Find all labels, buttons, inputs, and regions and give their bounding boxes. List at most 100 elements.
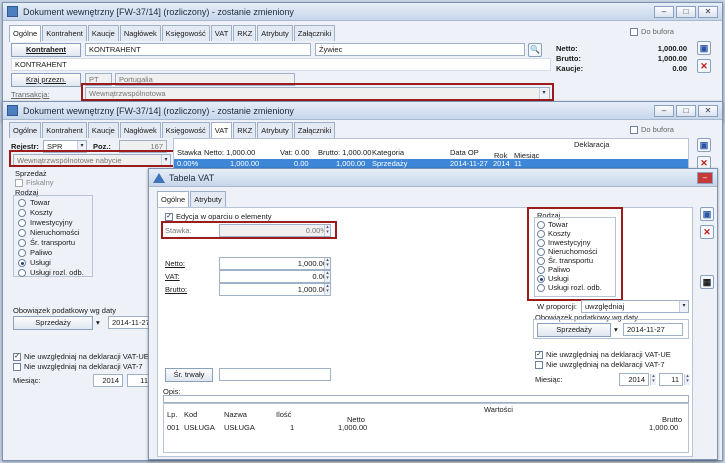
tab-kontrahent[interactable]: Kontrahent: [42, 25, 87, 41]
tab-zalaczniki[interactable]: Załączniki: [293, 122, 336, 138]
grid-header-nazwa[interactable]: Nazwa: [224, 410, 247, 419]
obowiazek-date-field[interactable]: 2014-11-27: [108, 316, 153, 329]
row-brutto: 1,000.00: [336, 159, 366, 168]
search-icon[interactable]: 🔍: [528, 43, 542, 57]
city-field[interactable]: Żywiec: [315, 43, 525, 56]
tab-vat[interactable]: VAT: [210, 25, 233, 41]
grid-header-kategoria[interactable]: Kategoria: [372, 148, 404, 157]
grid-header-brutto[interactable]: Brutto: 1,000.00: [318, 148, 371, 157]
brutto-field[interactable]: 1,000.00: [219, 283, 331, 296]
obowiazek-sprzedazy-button[interactable]: Sprzedaży: [13, 316, 93, 330]
do-bufora-label: Do bufora: [641, 27, 674, 36]
maximize-button[interactable]: □: [676, 6, 696, 18]
document-icon: [7, 6, 18, 17]
opis-field[interactable]: [163, 395, 689, 403]
maximize-button[interactable]: □: [676, 105, 696, 117]
tab-rkz[interactable]: RKZ: [233, 25, 257, 41]
rodzaj-radio-nieruchomosci[interactable]: [18, 229, 26, 237]
tab-ogolne[interactable]: Ogólne: [9, 25, 42, 42]
miesiac-year-field[interactable]: 2014: [93, 374, 123, 387]
kontrahent-code-field[interactable]: KONTRAHENT: [85, 43, 311, 56]
nie-vat-ue-label: Nie uwzględniaj na deklaracji VAT-UE: [24, 352, 149, 361]
tab-zalaczniki[interactable]: Załączniki: [293, 25, 336, 41]
rodzaj-radio-transport[interactable]: [18, 239, 26, 247]
nie-vat-7-checkbox[interactable]: [13, 363, 21, 371]
brutto-label: Brutto:: [556, 54, 581, 63]
nie-vat-ue-checkbox[interactable]: ✓: [535, 351, 543, 359]
vat-field[interactable]: 0.00: [219, 270, 331, 283]
rodzaj-radio-uslugi-rozl[interactable]: [18, 269, 26, 277]
rodzaj-radio-uslugi[interactable]: [18, 259, 26, 267]
calculator-icon[interactable]: ▦: [700, 275, 714, 289]
do-bufora-checkbox[interactable]: [630, 126, 638, 134]
grid-header-lp[interactable]: Lp.: [167, 410, 177, 419]
grid-header-data-op[interactable]: Data OP: [450, 148, 479, 157]
save-icon[interactable]: ▣: [697, 41, 711, 55]
tab-ogolne[interactable]: Ogólne: [9, 122, 42, 138]
cancel-icon[interactable]: ✕: [697, 59, 711, 73]
sr-trwaly-field[interactable]: [219, 368, 331, 381]
tab-atrybuty[interactable]: Atrybuty: [190, 191, 226, 207]
edycja-checkbox[interactable]: ✓: [165, 213, 173, 221]
nie-vat-ue-checkbox[interactable]: ✓: [13, 353, 21, 361]
tab-kaucje[interactable]: Kaucje: [87, 122, 119, 138]
grid-header-stawka[interactable]: Stawka: [177, 148, 202, 157]
tab-ksiegowosc[interactable]: Księgowość: [161, 25, 210, 41]
tab-bar: Ogólne Kontrahent Kaucje Nagłówek Księgo…: [9, 122, 336, 139]
tab-naglowek[interactable]: Nagłówek: [119, 25, 161, 41]
tab-rkz[interactable]: RKZ: [233, 122, 257, 138]
nie-vat-7-checkbox[interactable]: [535, 361, 543, 369]
tab-atrybuty[interactable]: Atrybuty: [257, 122, 293, 138]
kraj-przezn-button[interactable]: Kraj przezn.: [11, 73, 81, 87]
obowiazek-date-field[interactable]: 2014-11-27: [623, 323, 683, 336]
cancel-icon[interactable]: ✕: [700, 225, 714, 239]
tab-kaucje[interactable]: Kaucje: [87, 25, 119, 41]
rodzaj-radio-inwestycyjny[interactable]: [18, 219, 26, 227]
year-spinner[interactable]: ▴ ▾: [650, 374, 656, 385]
month-spinner[interactable]: ▴ ▾: [684, 374, 690, 385]
tabela-vat-icon: [153, 173, 165, 183]
tab-ogolne[interactable]: Ogólne: [157, 191, 190, 208]
grid-header-kod[interactable]: Kod: [184, 410, 197, 419]
w-proporcji-dropdown-icon[interactable]: ▾: [679, 301, 688, 312]
nie-vat-ue-label: Nie uwzględniaj na deklaracji VAT-UE: [546, 350, 671, 359]
minimize-button[interactable]: –: [697, 172, 713, 184]
brutto-spinner[interactable]: ▴ ▾: [324, 284, 330, 295]
netto-field[interactable]: 1,000.00: [219, 257, 331, 270]
do-bufora-checkbox[interactable]: [630, 28, 638, 36]
miesiac-year-field[interactable]: 2014: [619, 373, 649, 386]
tab-vat[interactable]: VAT: [210, 122, 233, 139]
dialog-title: Tabela VAT: [169, 173, 215, 183]
vat-spinner[interactable]: ▴ ▾: [324, 271, 330, 282]
highlight-transakcja: [81, 83, 554, 101]
close-button[interactable]: ✕: [698, 105, 718, 117]
rodzaj-radio-koszty[interactable]: [18, 209, 26, 217]
grid-header-netto[interactable]: Netto: 1,000.00: [204, 148, 255, 157]
minimize-button[interactable]: –: [654, 6, 674, 18]
obowiazek-sprzedazy-button[interactable]: Sprzedaży: [537, 323, 611, 337]
minimize-button[interactable]: –: [654, 105, 674, 117]
rodzaj-radio-towar[interactable]: [18, 199, 26, 207]
w-proporcji-select[interactable]: uwzględniaj: [581, 300, 689, 313]
kontrahent-button[interactable]: Kontrahent: [11, 43, 81, 57]
document-icon: [7, 105, 18, 116]
miesiac-month-field[interactable]: 11: [659, 373, 683, 386]
save-icon[interactable]: ▣: [697, 138, 711, 152]
rodzaj-radio-paliwo[interactable]: [18, 249, 26, 257]
grid-header-vat[interactable]: Vat: 0.00: [280, 148, 309, 157]
obowiazek-dropdown-icon[interactable]: ▾: [614, 325, 618, 334]
table-row[interactable]: 001 USŁUGA USŁUGA 1 1,000.00 1,000.00: [164, 423, 688, 433]
row-rok: 2014: [493, 159, 510, 168]
fiskalny-checkbox[interactable]: [15, 179, 23, 187]
tab-naglowek[interactable]: Nagłówek: [119, 122, 161, 138]
brutto-value: 1,000.00: [657, 54, 687, 63]
close-button[interactable]: ✕: [698, 6, 718, 18]
tab-atrybuty[interactable]: Atrybuty: [257, 25, 293, 41]
netto-spinner[interactable]: ▴ ▾: [324, 258, 330, 269]
sr-trwaly-button[interactable]: Śr. trwały: [165, 368, 213, 382]
grid-header-ilosc[interactable]: Ilość: [276, 410, 291, 419]
tab-kontrahent[interactable]: Kontrahent: [42, 122, 87, 138]
obowiazek-dropdown-icon[interactable]: ▾: [96, 318, 100, 327]
tab-ksiegowosc[interactable]: Księgowość: [161, 122, 210, 138]
save-icon[interactable]: ▣: [700, 207, 714, 221]
